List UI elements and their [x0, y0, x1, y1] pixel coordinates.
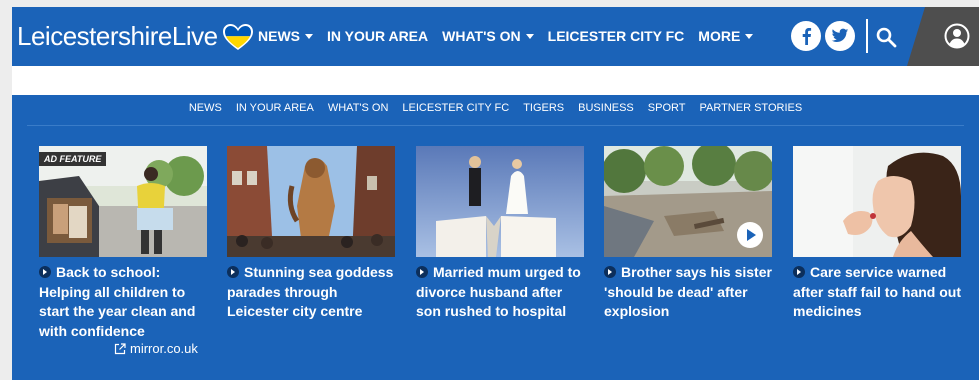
divider [27, 125, 964, 126]
article-title-text: Brother says his sister 'should be dead'… [604, 264, 772, 319]
article-card[interactable]: Brother says his sister 'should be dead'… [604, 146, 772, 322]
nav-more-label: MORE [698, 28, 741, 44]
arrow-bullet-icon [793, 266, 805, 278]
sub-nav: NEWS IN YOUR AREA WHAT'S ON LEICESTER CI… [12, 102, 979, 114]
wedding-cake-photo [416, 146, 584, 257]
nav-in-your-area[interactable]: IN YOUR AREA [327, 28, 428, 44]
medicine-photo [793, 146, 961, 257]
nav-leicester-city-fc-label: LEICESTER CITY FC [547, 28, 685, 44]
subnav-whats-on[interactable]: WHAT'S ON [328, 102, 389, 114]
article-title[interactable]: Care service warned after staff fail to … [793, 263, 961, 322]
external-link-icon [114, 342, 126, 354]
article-title[interactable]: Brother says his sister 'should be dead'… [604, 263, 772, 322]
brand-name: LeicestershireLive [17, 21, 218, 51]
ad-strip [12, 66, 979, 95]
nav-news-label: NEWS [258, 28, 300, 44]
heart-icon [222, 23, 253, 50]
article-card[interactable]: AD FEATURE Back to school: Helping all c… [39, 146, 207, 341]
subnav-in-your-area[interactable]: IN YOUR AREA [236, 102, 314, 114]
subnav-partner-stories[interactable]: PARTNER STORIES [699, 102, 802, 114]
article-image[interactable]: AD FEATURE [39, 146, 207, 257]
arrow-bullet-icon [416, 266, 428, 278]
subnav-sport[interactable]: SPORT [648, 102, 686, 114]
article-title-text: Back to school: Helping all children to … [39, 264, 196, 339]
article-title[interactable]: Back to school: Helping all children to … [39, 263, 207, 341]
article-card[interactable]: Care service warned after staff fail to … [793, 146, 961, 322]
nav-more[interactable]: MORE [698, 28, 754, 44]
ad-feature-badge: AD FEATURE [39, 152, 107, 166]
subnav-business[interactable]: BUSINESS [578, 102, 634, 114]
account-button[interactable] [907, 7, 979, 66]
chevron-down-icon [305, 33, 313, 39]
nav-in-your-area-label: IN YOUR AREA [327, 28, 429, 44]
article-card[interactable]: Stunning sea goddess parades through Lei… [227, 146, 395, 322]
article-image[interactable] [416, 146, 584, 257]
nav-whats-on-label: WHAT'S ON [442, 28, 521, 44]
article-image[interactable] [604, 146, 772, 257]
play-video-icon[interactable] [737, 222, 763, 248]
article-card[interactable]: Married mum urged to divorce husband aft… [416, 146, 584, 322]
arrow-bullet-icon [227, 266, 239, 278]
arrow-bullet-icon [39, 266, 51, 278]
article-image[interactable] [227, 146, 395, 257]
article-title-text: Care service warned after staff fail to … [793, 264, 961, 319]
main-nav: NEWS IN YOUR AREA WHAT'S ON LEICESTER CI… [258, 28, 767, 44]
source-label: mirror.co.uk [130, 341, 198, 356]
subnav-leicester-city-fc[interactable]: LEICESTER CITY FC [402, 102, 509, 114]
article-title[interactable]: Married mum urged to divorce husband aft… [416, 263, 584, 322]
arrow-bullet-icon [604, 266, 616, 278]
article-title-text: Married mum urged to divorce husband aft… [416, 264, 581, 319]
site-header: LeicestershireLive NEWS IN YOUR AREA WHA… [12, 7, 979, 66]
twitter-icon[interactable] [825, 21, 855, 51]
article-title[interactable]: Stunning sea goddess parades through Lei… [227, 263, 395, 322]
facebook-icon[interactable] [791, 21, 821, 51]
article-image[interactable] [793, 146, 961, 257]
sponsored-source-link[interactable]: mirror.co.uk [114, 341, 198, 356]
article-title-text: Stunning sea goddess parades through Lei… [227, 264, 394, 319]
subnav-tigers[interactable]: TIGERS [523, 102, 564, 114]
nav-whats-on[interactable]: WHAT'S ON [442, 28, 534, 44]
chevron-down-icon [745, 33, 754, 39]
account-icon [944, 23, 970, 49]
header-divider [866, 19, 868, 53]
chevron-down-icon [525, 33, 534, 39]
content-panel: NEWS IN YOUR AREA WHAT'S ON LEICESTER CI… [12, 95, 979, 380]
subnav-news[interactable]: NEWS [189, 102, 222, 114]
sea-goddess-photo [227, 146, 395, 257]
nav-leicester-city-fc[interactable]: LEICESTER CITY FC [548, 28, 685, 44]
site-logo[interactable]: LeicestershireLive [17, 21, 254, 52]
search-icon[interactable] [874, 25, 898, 49]
nav-news[interactable]: NEWS [258, 28, 313, 44]
